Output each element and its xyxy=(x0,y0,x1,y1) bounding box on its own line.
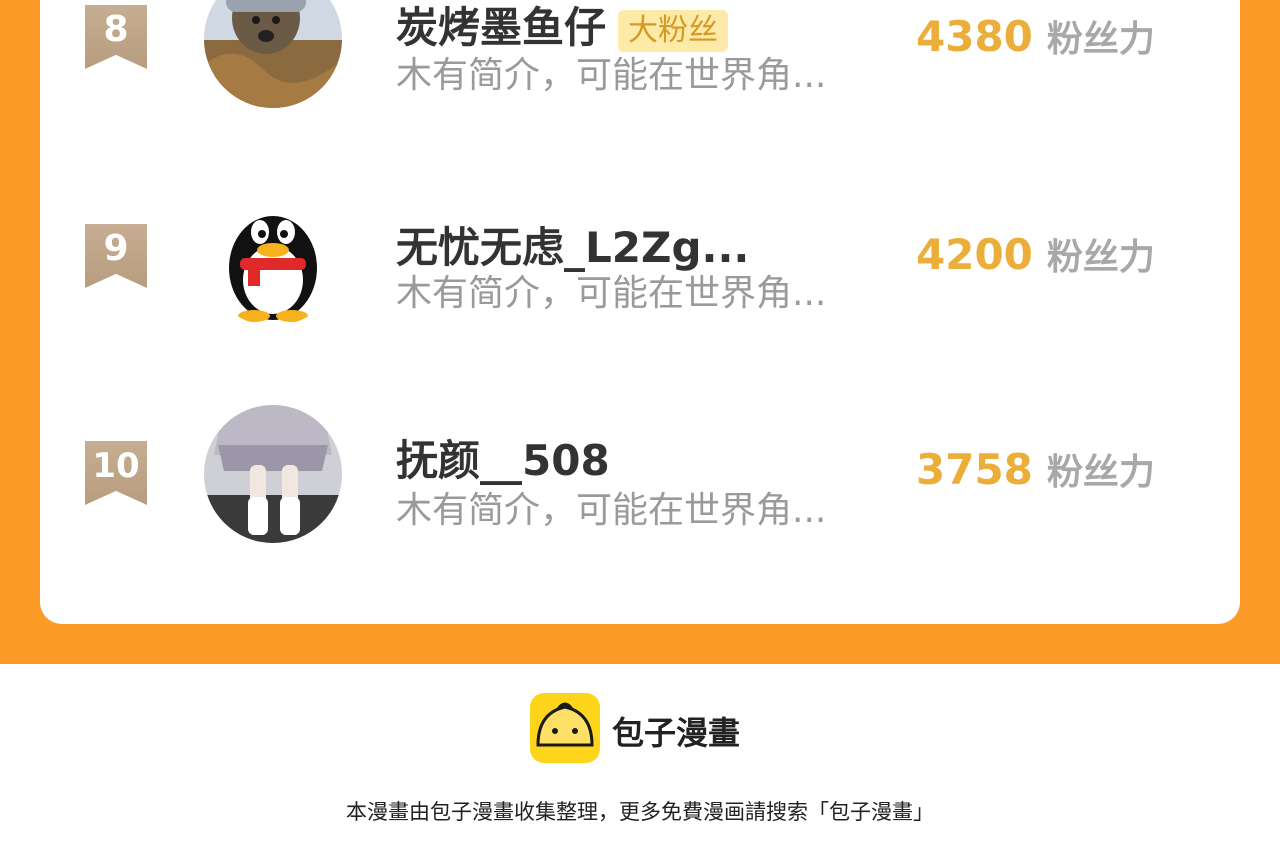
user-bio: 木有简介，可能在世界角... xyxy=(396,273,827,314)
user-bio: 木有简介，可能在世界角... xyxy=(396,55,827,96)
footer-note: 本漫畫由包子漫畫收集整理，更多免費漫画請搜索「包子漫畫」 xyxy=(346,800,934,824)
rank-badge: 9 xyxy=(85,224,147,288)
fan-score-value: 3758 xyxy=(916,445,1033,494)
user-avatar[interactable] xyxy=(204,188,342,326)
user-bio: 木有简介，可能在世界角... xyxy=(396,490,827,531)
fan-score-unit: 粉丝力 xyxy=(1046,452,1155,493)
rank-badge: 10 xyxy=(85,441,147,505)
rank-badge: 8 xyxy=(85,5,147,69)
fan-ranking-panel: 8 炭烤墨鱼仔 大粉丝 木有简介，可能在世界角... 4380 粉丝力 9 无忧… xyxy=(40,0,1240,624)
user-avatar[interactable] xyxy=(204,0,342,108)
user-avatar[interactable] xyxy=(204,405,342,543)
fan-score-value: 4200 xyxy=(916,230,1033,279)
baozi-logo-icon xyxy=(530,693,600,763)
ranking-page: 8 炭烤墨鱼仔 大粉丝 木有简介，可能在世界角... 4380 粉丝力 9 无忧… xyxy=(0,0,1280,864)
ranking-row[interactable]: 10 抚颜__508 木有简介，可能在世界角... 3758 粉丝力 xyxy=(40,405,1240,545)
user-name[interactable]: 抚颜__508 xyxy=(396,427,610,488)
footer-brand: 包子漫畫 xyxy=(612,714,741,752)
fan-score: 3758 粉丝力 xyxy=(916,443,1155,495)
user-name-text: 炭烤墨鱼仔 xyxy=(396,3,607,52)
fan-score: 4200 粉丝力 xyxy=(916,228,1155,280)
fan-score-value: 4380 xyxy=(916,12,1033,61)
ranking-row[interactable]: 8 炭烤墨鱼仔 大粉丝 木有简介，可能在世界角... 4380 粉丝力 xyxy=(40,0,1240,110)
fan-score: 4380 粉丝力 xyxy=(916,10,1155,62)
fan-score-unit: 粉丝力 xyxy=(1046,237,1155,278)
penguin-avatar-image xyxy=(204,188,342,326)
fan-score-unit: 粉丝力 xyxy=(1046,19,1155,60)
photo-avatar-image xyxy=(204,405,342,543)
ranking-row[interactable]: 9 无忧无虑_L2Zg... 木有简介，可能在世界角... 4200 粉丝力 xyxy=(40,188,1240,328)
dog-avatar-image xyxy=(204,0,342,108)
